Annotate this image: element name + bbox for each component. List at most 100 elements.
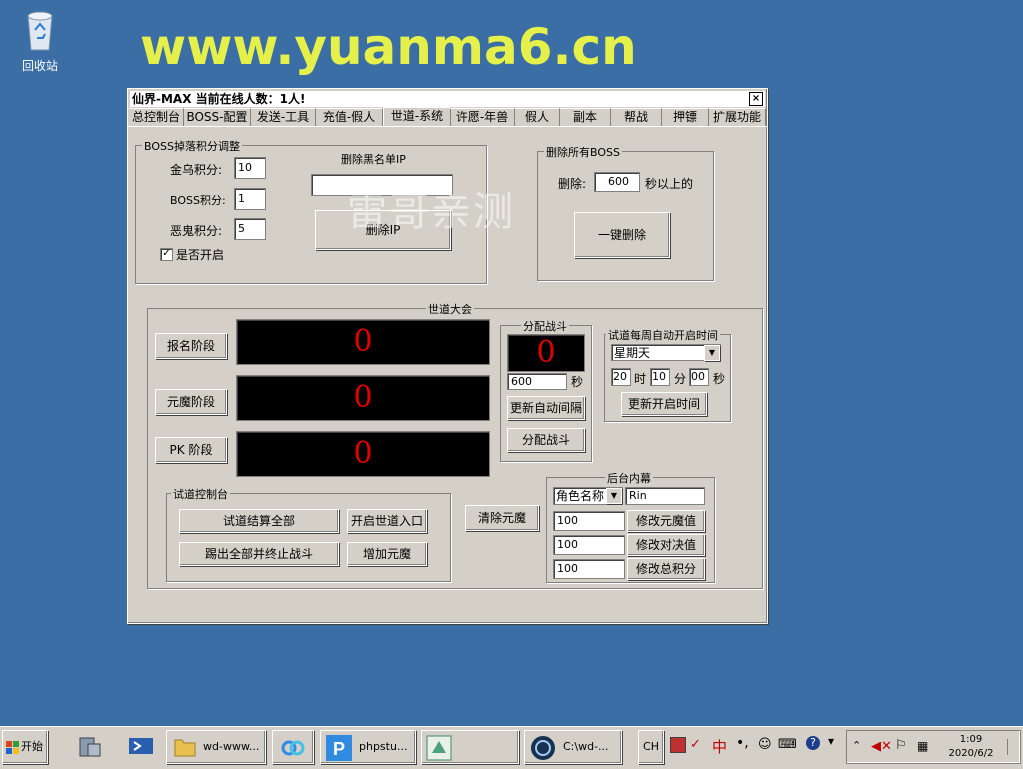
tab-recharge[interactable]: 充值-假人 — [316, 108, 383, 126]
taskbar-item-console-label: C:\wd-... — [563, 740, 609, 753]
pk-stage-counter: 0 — [236, 431, 490, 477]
auto-interval-input[interactable]: 600 — [507, 373, 567, 390]
clock[interactable]: 1:09 2020/6/2 — [939, 733, 1003, 761]
action-center-flag-icon[interactable]: ⚐ — [895, 738, 907, 753]
taskbar-item-console[interactable]: C:\wd-... — [524, 730, 622, 764]
ime-logo-icon[interactable] — [670, 737, 686, 753]
modify-demon-button[interactable]: 修改元魔值 — [627, 510, 705, 532]
chevron-down-icon[interactable]: ▼ — [606, 488, 622, 504]
console-app-icon — [531, 736, 555, 760]
enable-label: 是否开启 — [176, 248, 225, 262]
role-name-select[interactable]: 角色名称 ▼ — [553, 487, 623, 505]
recycle-bin-shortcut[interactable]: 回收站 — [12, 8, 68, 74]
taskbar-item-phpstudy[interactable]: P phpstu... — [320, 730, 416, 764]
update-open-time-button[interactable]: 更新开启时间 — [621, 392, 707, 416]
modify-duel-button[interactable]: 修改对决值 — [627, 534, 705, 556]
system-tray: ⌃ ◀✕ ⚐ ▦ 1:09 2020/6/2 — [846, 730, 1021, 764]
ime-punctuation-icon[interactable]: •, — [736, 735, 749, 751]
signup-stage-button[interactable]: 报名阶段 — [155, 333, 227, 359]
ime-options-icon[interactable]: ▾ — [828, 734, 834, 748]
tab-guild-war[interactable]: 帮战 — [611, 108, 662, 126]
game-tool-icon — [426, 735, 452, 761]
second-label: 秒 — [713, 372, 726, 386]
show-desktop-button[interactable] — [1007, 739, 1020, 755]
demon-stage-button[interactable]: 元魔阶段 — [155, 389, 227, 415]
start-button[interactable]: 开始 — [2, 730, 48, 764]
start-label: 开始 — [21, 740, 43, 753]
taskbar-item-phpstudy-label: phpstu... — [359, 740, 408, 753]
one-click-delete-button[interactable]: 一键删除 — [574, 212, 670, 258]
weekly-open-title: 试道每周自动开启时间 — [606, 327, 720, 343]
tab-dungeon[interactable]: 副本 — [560, 108, 611, 126]
update-interval-button[interactable]: 更新自动间隔 — [507, 396, 585, 420]
second-input[interactable]: 00 — [689, 368, 709, 386]
signup-stage-counter: 0 — [236, 319, 490, 365]
tab-boss-config[interactable]: BOSS-配置 — [184, 108, 251, 126]
total-points-input[interactable]: 100 — [553, 559, 625, 579]
modify-total-button[interactable]: 修改总积分 — [627, 558, 705, 580]
duel-value-input[interactable]: 100 — [553, 535, 625, 555]
tab-console[interactable]: 总控制台 — [129, 108, 184, 126]
taskbar-item-baidu[interactable] — [272, 730, 314, 764]
settle-all-button[interactable]: 试道结算全部 — [179, 509, 339, 533]
taskbar-item-app[interactable] — [421, 730, 519, 764]
delete-seconds-input[interactable]: 600 — [594, 172, 640, 192]
recycle-bin-label: 回收站 — [21, 59, 58, 73]
world-conference-title: 世道大会 — [426, 301, 474, 317]
backstage-group: 后台内幕 角色名称 ▼ Rin 100 修改元魔值 100 修改对决值 100 … — [546, 470, 715, 583]
server-manager-icon[interactable] — [76, 732, 104, 760]
ime-chinese-label[interactable]: 中 — [712, 736, 727, 757]
overlay-watermark: 雷哥亲测 — [347, 189, 515, 235]
ime-mode-icon[interactable]: ✓ — [690, 737, 701, 752]
help-icon[interactable]: ? — [806, 736, 820, 750]
role-name-select-value: 角色名称 — [556, 489, 605, 503]
taskbar-item-explorer-label: wd-www... — [203, 740, 260, 753]
powershell-icon[interactable] — [127, 732, 155, 760]
weekday-select[interactable]: 星期天 ▼ — [611, 344, 721, 361]
assign-battle-button[interactable]: 分配战斗 — [507, 428, 585, 452]
tab-wish[interactable]: 许愿-年兽 — [450, 108, 515, 126]
language-indicator[interactable]: CH — [638, 730, 664, 764]
assign-battle-counter: 0 — [507, 334, 585, 372]
evil-ghost-input[interactable]: 5 — [234, 218, 266, 240]
delete-boss-group: 删除所有BOSS 删除: 600 秒以上的 一键删除 — [537, 144, 714, 281]
cloud-drive-icon — [281, 740, 305, 756]
volume-muted-icon[interactable]: ◀✕ — [871, 739, 892, 754]
delete-label: 删除: — [558, 177, 587, 191]
tab-send-tools[interactable]: 发送-工具 — [251, 108, 316, 126]
pk-stage-button[interactable]: PK 阶段 — [155, 437, 227, 463]
watermark-url: www.yuanma6.cn — [140, 18, 637, 76]
add-demon-button[interactable]: 增加元魔 — [347, 542, 427, 566]
enable-checkbox[interactable]: ✓ — [160, 248, 173, 261]
minute-input[interactable]: 10 — [650, 368, 670, 386]
ime-bar: ✓ 中 •, ☺ ⌨ ? ▾ — [668, 734, 840, 757]
trial-console-title: 试道控制台 — [171, 486, 230, 502]
tab-bot[interactable]: 假人 — [515, 108, 560, 126]
weekly-open-group: 试道每周自动开启时间 星期天 ▼ 20 时 10 分 00 秒 更新开启时间 — [604, 327, 731, 422]
ime-skin-icon[interactable]: ☺ — [758, 737, 772, 752]
show-hidden-icons-icon[interactable]: ⌃ — [852, 739, 861, 752]
hour-input[interactable]: 20 — [611, 368, 631, 386]
chevron-down-icon[interactable]: ▼ — [704, 345, 720, 361]
tab-extensions[interactable]: 扩展功能 — [709, 108, 766, 126]
role-name-input[interactable]: Rin — [625, 487, 705, 505]
tab-escort[interactable]: 押镖 — [662, 108, 709, 126]
kick-all-button[interactable]: 踢出全部并终止战斗 — [179, 542, 339, 566]
blacklist-ip-label: 删除黑名单IP — [341, 153, 406, 166]
boss-points-title: BOSS掉落积分调整 — [142, 138, 242, 154]
demon-value-input[interactable]: 100 — [553, 511, 625, 531]
boss-points-input[interactable]: 1 — [234, 188, 266, 210]
svg-text:P: P — [333, 739, 345, 759]
golden-bird-input[interactable]: 10 — [234, 157, 266, 179]
clear-demon-button[interactable]: 清除元魔 — [465, 505, 539, 531]
tab-world-system[interactable]: 世道-系统 — [383, 107, 451, 127]
taskbar-item-explorer[interactable]: wd-www... — [166, 730, 266, 764]
evil-ghost-label: 恶鬼积分: — [170, 224, 223, 238]
window-title: 仙界-MAX 当前在线人数：1人! — [132, 92, 306, 106]
network-icon[interactable]: ▦ — [917, 739, 928, 753]
ime-keyboard-icon[interactable]: ⌨ — [778, 737, 797, 752]
title-bar[interactable]: 仙界-MAX 当前在线人数：1人! × — [130, 91, 765, 107]
close-button[interactable]: × — [749, 92, 763, 106]
open-entrance-button[interactable]: 开启世道入口 — [347, 509, 427, 533]
world-conference-group: 世道大会 报名阶段 0 元魔阶段 0 PK 阶段 0 分配战斗 0 600 秒 … — [147, 301, 763, 589]
